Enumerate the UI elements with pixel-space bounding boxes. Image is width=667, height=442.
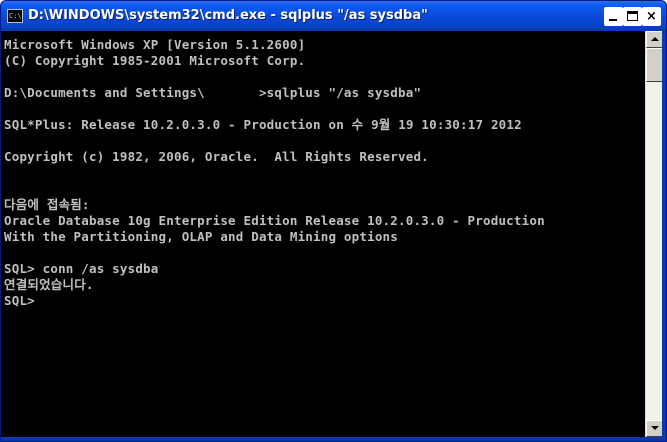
- console-output[interactable]: Microsoft Windows XP [Version 5.1.2600](…: [1, 31, 645, 437]
- cmd-window: C:\ D:\WINDOWS\system32\cmd.exe - sqlplu…: [0, 0, 667, 442]
- console-line: 연결되었습니다.: [4, 277, 94, 292]
- cmd-app-icon[interactable]: C:\: [7, 9, 23, 23]
- console-lines: Microsoft Windows XP [Version 5.1.2600](…: [4, 37, 545, 309]
- console-line: SQL>: [4, 293, 35, 308]
- window-frame-bottom: [1, 437, 666, 441]
- window-frame-right: [662, 31, 666, 441]
- scroll-thumb[interactable]: [646, 48, 663, 82]
- scroll-down-button[interactable]: [646, 420, 663, 437]
- console-line: SQL*Plus: Release 10.2.0.3.0 - Productio…: [4, 117, 522, 132]
- console-line: (C) Copyright 1985-2001 Microsoft Corp.: [4, 53, 306, 68]
- console-line: With the Partitioning, OLAP and Data Min…: [4, 229, 399, 244]
- arrow-down-icon: [651, 426, 659, 430]
- console-line: Copyright (c) 1982, 2006, Oracle. All Ri…: [4, 149, 429, 164]
- vertical-scrollbar[interactable]: [645, 31, 663, 437]
- arrow-up-icon: [651, 37, 659, 41]
- maximize-button[interactable]: [623, 7, 642, 26]
- console-line: Oracle Database 10g Enterprise Edition R…: [4, 213, 545, 228]
- window-title: D:\WINDOWS\system32\cmd.exe - sqlplus "/…: [28, 8, 428, 23]
- close-icon: ×: [646, 9, 657, 24]
- console-line: SQL> conn /as sysdba: [4, 261, 159, 276]
- console-line: D:\Documents and Settings\ >sqlplus "/as…: [4, 85, 422, 100]
- minimize-button[interactable]: [604, 7, 623, 26]
- console-line: Microsoft Windows XP [Version 5.1.2600]: [4, 37, 306, 52]
- title-bar[interactable]: C:\ D:\WINDOWS\system32\cmd.exe - sqlplu…: [1, 1, 666, 31]
- maximize-icon: [627, 11, 638, 21]
- console-line: 다음에 접속됨:: [4, 197, 90, 212]
- close-button[interactable]: ×: [642, 7, 661, 26]
- minimize-icon: [609, 19, 617, 21]
- scroll-up-button[interactable]: [646, 31, 663, 48]
